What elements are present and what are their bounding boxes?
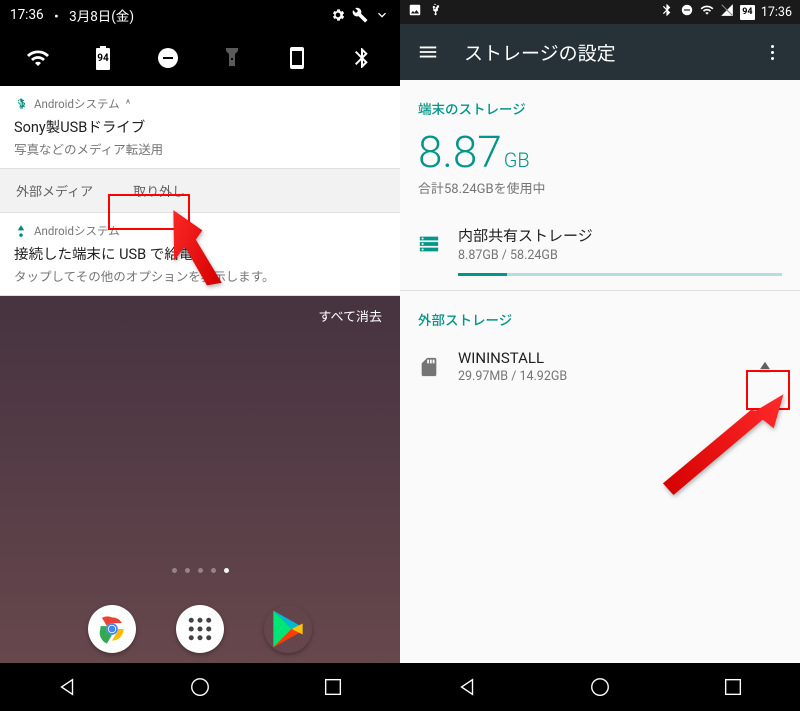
battery-status: 94 xyxy=(740,5,755,20)
image-icon xyxy=(408,3,422,21)
wrench-icon xyxy=(352,7,368,23)
internal-storage-row[interactable]: 内部共有ストレージ 8.87GB / 58.24GB xyxy=(400,213,800,273)
play-store-icon[interactable] xyxy=(264,605,312,653)
wifi-status-icon xyxy=(700,3,714,21)
notification-usb-power[interactable]: Androidシステム 接続した端末に USB で給電 タップしてその他のオプシ… xyxy=(0,213,400,296)
status-time: 17:36 xyxy=(10,7,44,23)
clear-all-link[interactable]: すべて消去 xyxy=(0,296,400,329)
nav-recents-icon[interactable] xyxy=(722,676,744,698)
status-time: 17:36 xyxy=(761,5,792,20)
section-external-storage: 外部ストレージ xyxy=(400,291,800,337)
storage-icon xyxy=(418,233,440,255)
app-drawer-icon[interactable] xyxy=(176,605,224,653)
sd-card-icon xyxy=(418,356,440,378)
more-icon[interactable] xyxy=(752,32,792,72)
chrome-app-icon[interactable] xyxy=(88,605,136,653)
annotation-arrow-right xyxy=(650,386,790,520)
appbar-title: ストレージの設定 xyxy=(464,39,752,66)
portrait-icon[interactable] xyxy=(285,46,309,70)
eject-button[interactable] xyxy=(748,350,782,384)
external-storage-row[interactable]: WININSTALL 29.97MB / 14.92GB xyxy=(400,337,800,394)
usb-icon xyxy=(428,3,442,21)
storage-used-amount: 8.87GB xyxy=(400,126,800,178)
nav-recents-icon[interactable] xyxy=(322,676,344,698)
page-indicator xyxy=(0,568,400,573)
status-bar: 94 17:36 xyxy=(400,0,800,24)
nav-home-icon[interactable] xyxy=(189,676,211,698)
dock xyxy=(0,605,400,653)
nav-home-icon[interactable] xyxy=(589,676,611,698)
nav-back-icon[interactable] xyxy=(56,676,78,698)
action-external-media[interactable]: 外部メディア xyxy=(0,169,109,212)
notification-actions: 外部メディア 取り外し xyxy=(0,169,400,213)
chevron-down-icon[interactable] xyxy=(374,7,390,23)
status-date: 3月8日(金) xyxy=(69,5,134,25)
hamburger-menu-icon[interactable] xyxy=(408,32,448,72)
settings-icon[interactable] xyxy=(330,7,346,23)
battery-tile[interactable]: 94 xyxy=(91,46,115,70)
flashlight-icon[interactable] xyxy=(220,46,244,70)
bluetooth-icon[interactable] xyxy=(350,46,374,70)
nav-bar xyxy=(400,663,800,711)
dnd-status-icon xyxy=(680,3,694,21)
no-signal-icon xyxy=(720,3,734,21)
nav-bar xyxy=(0,663,400,711)
wifi-icon[interactable] xyxy=(26,46,50,70)
storage-total-label: 合計58.24GBを使用中 xyxy=(400,178,800,213)
storage-usage-bar xyxy=(458,273,782,276)
action-eject[interactable]: 取り外し xyxy=(117,169,201,212)
quick-settings-row: 94 xyxy=(0,30,400,86)
dnd-icon[interactable] xyxy=(156,46,180,70)
nav-back-icon[interactable] xyxy=(456,676,478,698)
phone-left-notifications: 17:36 ・ 3月8日(金) 94 xyxy=(0,0,400,711)
bluetooth-status-icon xyxy=(660,3,674,21)
section-device-storage: 端末のストレージ xyxy=(400,80,800,126)
app-bar: ストレージの設定 xyxy=(400,24,800,80)
phone-right-storage-settings: 94 17:36 ストレージの設定 端末のストレージ 8.87GB 合計58.2… xyxy=(400,0,800,711)
collapse-icon[interactable]: ^ xyxy=(126,97,131,111)
status-bar: 17:36 ・ 3月8日(金) xyxy=(0,0,400,30)
notification-usb-drive[interactable]: Androidシステム ^ Sony製USBドライブ 写真などのメディア転送用 xyxy=(0,86,400,169)
